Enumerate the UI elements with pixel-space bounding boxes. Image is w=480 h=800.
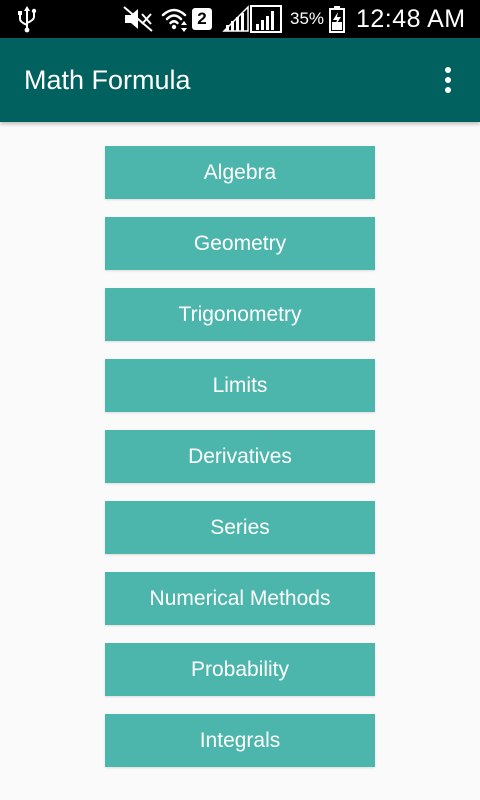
app-title: Math Formula (24, 65, 191, 95)
signal-icon (222, 5, 249, 32)
usb-icon (18, 6, 37, 33)
wifi-icon (161, 8, 187, 32)
algebra-button[interactable]: Algebra (105, 146, 375, 199)
category-list: Algebra Geometry Trigonometry Limits Der… (0, 122, 480, 800)
probability-button[interactable]: Probability (105, 643, 375, 696)
limits-button[interactable]: Limits (105, 359, 375, 412)
app-bar: Math Formula (0, 38, 480, 122)
series-button[interactable]: Series (105, 501, 375, 554)
more-vert-icon (445, 67, 451, 73)
clock: 12:48 AM (356, 5, 466, 33)
signal-icon-2 (250, 5, 282, 33)
overflow-menu-button[interactable] (430, 62, 466, 98)
mute-icon (123, 6, 153, 32)
integrals-button[interactable]: Integrals (105, 714, 375, 767)
battery-percent: 35% (290, 9, 325, 28)
geometry-button[interactable]: Geometry (105, 217, 375, 270)
sim-slot-badge: 2 (192, 8, 212, 30)
trigonometry-button[interactable]: Trigonometry (105, 288, 375, 341)
numerical-methods-button[interactable]: Numerical Methods (105, 572, 375, 625)
battery-icon (329, 6, 345, 33)
status-bar: 2 35% 12:48 AM (0, 0, 480, 38)
derivatives-button[interactable]: Derivatives (105, 430, 375, 483)
